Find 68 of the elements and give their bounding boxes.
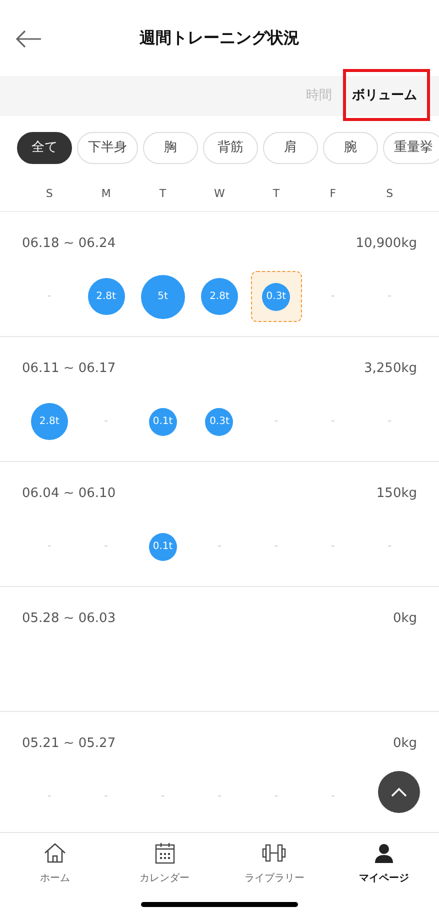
nav-tab[interactable]: ホーム — [0, 841, 110, 889]
no-data-dash: - — [388, 413, 392, 430]
volume-bubble[interactable]: 5t — [140, 274, 185, 318]
nav-label: ライブラリー — [244, 872, 304, 886]
no-data-dash: - — [330, 288, 335, 304]
no-data-dash: - — [47, 288, 52, 304]
nav-tab[interactable]: ライブラリー — [220, 841, 330, 889]
nav-label: ホーム — [40, 872, 70, 886]
no-data-dash: - — [330, 788, 335, 804]
week-total: 3,250kg — [364, 360, 417, 378]
filter-chip[interactable]: 重量挙 — [383, 132, 439, 164]
no-data-dash: - — [274, 538, 278, 554]
week-range: 05.28 ~ 06.03 — [22, 610, 116, 628]
nav-tab[interactable]: マイページ — [329, 841, 439, 889]
week-range: 06.11 ~ 06.17 — [22, 360, 116, 378]
weekday-label: M — [100, 186, 112, 202]
volume-bubble[interactable]: 0.3t — [205, 408, 234, 436]
no-data-dash: - — [388, 288, 392, 304]
filter-chip[interactable]: 胸 — [143, 132, 198, 164]
volume-bubble[interactable]: 0.3t — [262, 282, 290, 310]
week-total: 0kg — [392, 610, 417, 628]
volume-bubble[interactable]: 2.8t — [200, 278, 238, 315]
back-button[interactable] — [16, 30, 42, 48]
no-data-dash: - — [388, 538, 392, 554]
weekday-label: W — [213, 186, 226, 202]
no-data-dash: - — [47, 538, 52, 554]
week-range: 06.04 ~ 06.10 — [22, 485, 116, 503]
no-data-dash: - — [218, 538, 222, 554]
volume-bubble[interactable]: 2.8t — [88, 278, 125, 315]
volume-bubble[interactable]: 2.8t — [30, 403, 68, 440]
weekday-label: T — [158, 186, 168, 202]
week-total: 150kg — [376, 485, 417, 503]
no-data-dash: - — [104, 413, 108, 430]
nav-label: マイページ — [359, 872, 410, 886]
weekday-label: S — [385, 186, 394, 202]
scroll-top-button[interactable] — [378, 771, 420, 813]
no-data-dash: - — [274, 413, 278, 430]
dumbbell-icon — [262, 844, 286, 862]
nav-tab[interactable]: カレンダー — [110, 841, 220, 889]
home-icon — [44, 843, 66, 863]
no-data-dash: - — [330, 413, 335, 430]
filter-chip[interactable]: 肩 — [263, 132, 318, 164]
no-data-dash: - — [274, 788, 278, 804]
week-range: 05.21 ~ 05.27 — [22, 735, 116, 753]
chevron-up-icon — [391, 787, 407, 797]
no-data-dash: - — [160, 788, 165, 804]
week-total: 0kg — [392, 735, 417, 753]
weekday-label: T — [272, 186, 281, 202]
nav-label: カレンダー — [140, 872, 190, 886]
mode-tab[interactable]: ボリューム — [352, 86, 417, 106]
no-data-dash: - — [104, 788, 108, 804]
filter-chip[interactable]: 下半身 — [77, 132, 138, 164]
no-data-dash: - — [218, 788, 222, 804]
week-total: 10,900kg — [356, 235, 417, 253]
person-icon — [375, 843, 394, 863]
filter-chip[interactable]: 腕 — [323, 132, 378, 164]
weekday-label: S — [44, 186, 54, 202]
calendar-icon — [154, 842, 175, 864]
filter-chip[interactable]: 全て — [17, 132, 72, 164]
weekday-label: F — [328, 186, 338, 202]
page-title: 週間トレーニング状況 — [140, 27, 300, 49]
volume-bubble[interactable]: 0.1t — [148, 532, 177, 560]
no-data-dash: - — [47, 788, 52, 804]
week-range: 06.18 ~ 06.24 — [22, 235, 116, 253]
no-data-dash: - — [330, 538, 335, 554]
volume-bubble[interactable]: 0.1t — [148, 408, 177, 436]
no-data-dash: - — [104, 538, 108, 554]
filter-chip[interactable]: 背筋 — [203, 132, 258, 164]
